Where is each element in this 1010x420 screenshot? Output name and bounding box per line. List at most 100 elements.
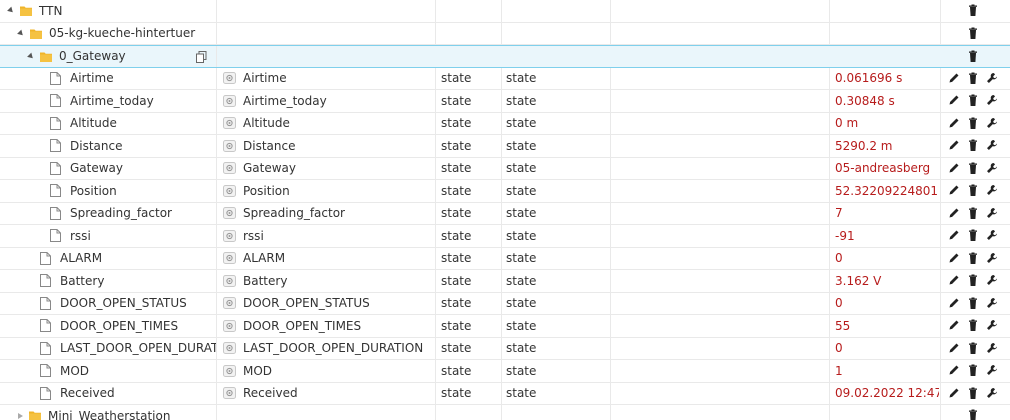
trash-icon[interactable] [967, 364, 979, 377]
state-value[interactable]: 5290.2 m [835, 135, 939, 157]
state-row-alarm[interactable]: ALARM ALARM state state 0 [0, 247, 1010, 270]
wrench-icon[interactable] [986, 184, 998, 197]
state-value[interactable]: 05-andreasberg [835, 158, 939, 180]
chevron-down-icon[interactable] [27, 52, 35, 61]
state-role: state [506, 93, 537, 108]
trash-icon[interactable] [967, 4, 979, 17]
state-row-battery[interactable]: Battery Battery state state 3.162 V [0, 270, 1010, 293]
file-icon [50, 206, 61, 220]
trash-icon[interactable] [967, 319, 979, 332]
state-value[interactable]: -91 [835, 225, 939, 247]
state-row-airtime-today[interactable]: Airtime_today Airtime_today state state … [0, 90, 1010, 113]
copy-icon[interactable] [196, 51, 207, 63]
trash-icon[interactable] [967, 72, 979, 85]
state-row-distance[interactable]: Distance Distance state state 5290.2 m [0, 135, 1010, 158]
state-value[interactable]: 55 [835, 315, 939, 337]
trash-icon[interactable] [967, 409, 979, 420]
wrench-icon[interactable] [986, 319, 998, 332]
state-name: Airtime_today [70, 93, 154, 108]
trash-icon[interactable] [967, 94, 979, 107]
trash-icon[interactable] [967, 117, 979, 130]
pencil-icon[interactable] [948, 319, 960, 332]
pencil-icon[interactable] [948, 342, 960, 355]
state-row-gateway[interactable]: Gateway Gateway state state 05-andreasbe… [0, 157, 1010, 180]
state-value[interactable]: 0 [835, 338, 939, 360]
tree-row-device[interactable]: 05-kg-kueche-hintertuer [0, 22, 1010, 45]
wrench-icon[interactable] [986, 274, 998, 287]
state-value[interactable]: 3.162 V [835, 270, 939, 292]
trash-icon[interactable] [967, 162, 979, 175]
chevron-down-icon[interactable] [17, 29, 25, 38]
state-row-mod[interactable]: MOD MOD state state 1 [0, 360, 1010, 383]
trash-icon[interactable] [967, 27, 979, 40]
state-row-airtime[interactable]: Airtime Airtime state state 0.061696 s [0, 67, 1010, 90]
trash-icon[interactable] [967, 342, 979, 355]
state-role: state [506, 71, 537, 86]
pencil-icon[interactable] [948, 184, 960, 197]
state-row-received[interactable]: Received Received state state 09.02.2022… [0, 382, 1010, 405]
pencil-icon[interactable] [948, 252, 960, 265]
state-role: state [506, 206, 537, 221]
pencil-icon[interactable] [948, 72, 960, 85]
state-row-spreading-factor[interactable]: Spreading_factor Spreading_factor state … [0, 202, 1010, 225]
state-type: state [441, 206, 472, 221]
trash-icon[interactable] [967, 50, 979, 63]
pencil-icon[interactable] [948, 139, 960, 152]
wrench-icon[interactable] [986, 207, 998, 220]
state-name: ALARM [60, 251, 103, 266]
wrench-icon[interactable] [986, 387, 998, 400]
wrench-icon[interactable] [986, 162, 998, 175]
wrench-icon[interactable] [986, 117, 998, 130]
state-row-last-door-open-duration[interactable]: LAST_DOOR_OPEN_DURATION LAST_DOOR_OPEN_D… [0, 337, 1010, 360]
trash-icon[interactable] [967, 229, 979, 242]
tree-row-ttn[interactable]: TTN [0, 0, 1010, 23]
state-row-door-open-times[interactable]: DOOR_OPEN_TIMES DOOR_OPEN_TIMES state st… [0, 315, 1010, 338]
pencil-icon[interactable] [948, 162, 960, 175]
wrench-icon[interactable] [986, 94, 998, 107]
pencil-icon[interactable] [948, 364, 960, 377]
tree-row-mini-weatherstation[interactable]: Mini_Weatherstation [0, 405, 1010, 420]
wrench-icon[interactable] [986, 364, 998, 377]
folder-icon [29, 410, 41, 420]
wrench-icon[interactable] [986, 229, 998, 242]
state-icon [223, 139, 236, 152]
pencil-icon[interactable] [948, 207, 960, 220]
trash-icon[interactable] [967, 184, 979, 197]
pencil-icon[interactable] [948, 274, 960, 287]
pencil-icon[interactable] [948, 387, 960, 400]
chevron-right-icon[interactable] [18, 412, 23, 419]
trash-icon[interactable] [967, 207, 979, 220]
state-value[interactable]: 0 [835, 293, 939, 315]
wrench-icon[interactable] [986, 252, 998, 265]
state-row-door-open-status[interactable]: DOOR_OPEN_STATUS DOOR_OPEN_STATUS state … [0, 292, 1010, 315]
pencil-icon[interactable] [948, 229, 960, 242]
state-role: state [506, 318, 537, 333]
trash-icon[interactable] [967, 387, 979, 400]
state-value[interactable]: 0 [835, 248, 939, 270]
trash-icon[interactable] [967, 139, 979, 152]
state-value[interactable]: 0.30848 s [835, 90, 939, 112]
wrench-icon[interactable] [986, 342, 998, 355]
state-value[interactable]: 52.3220922480177,1 [835, 180, 939, 202]
trash-icon[interactable] [967, 252, 979, 265]
pencil-icon[interactable] [948, 94, 960, 107]
state-row-altitude[interactable]: Altitude Altitude state state 0 m [0, 112, 1010, 135]
state-type: state [441, 138, 472, 153]
state-value[interactable]: 1 [835, 360, 939, 382]
trash-icon[interactable] [967, 297, 979, 310]
wrench-icon[interactable] [986, 297, 998, 310]
trash-icon[interactable] [967, 274, 979, 287]
tree-row-gateway[interactable]: 0_Gateway [0, 45, 1010, 68]
state-value[interactable]: 0.061696 s [835, 68, 939, 90]
state-value[interactable]: 09.02.2022 12:47:06 [835, 383, 939, 405]
pencil-icon[interactable] [948, 297, 960, 310]
folder-label: Mini_Weatherstation [48, 408, 171, 420]
wrench-icon[interactable] [986, 72, 998, 85]
state-value[interactable]: 0 m [835, 113, 939, 135]
state-row-rssi[interactable]: rssi rssi state state -91 [0, 225, 1010, 248]
state-value[interactable]: 7 [835, 203, 939, 225]
chevron-down-icon[interactable] [7, 6, 15, 15]
wrench-icon[interactable] [986, 139, 998, 152]
state-row-position[interactable]: Position Position state state 52.3220922… [0, 180, 1010, 203]
pencil-icon[interactable] [948, 117, 960, 130]
